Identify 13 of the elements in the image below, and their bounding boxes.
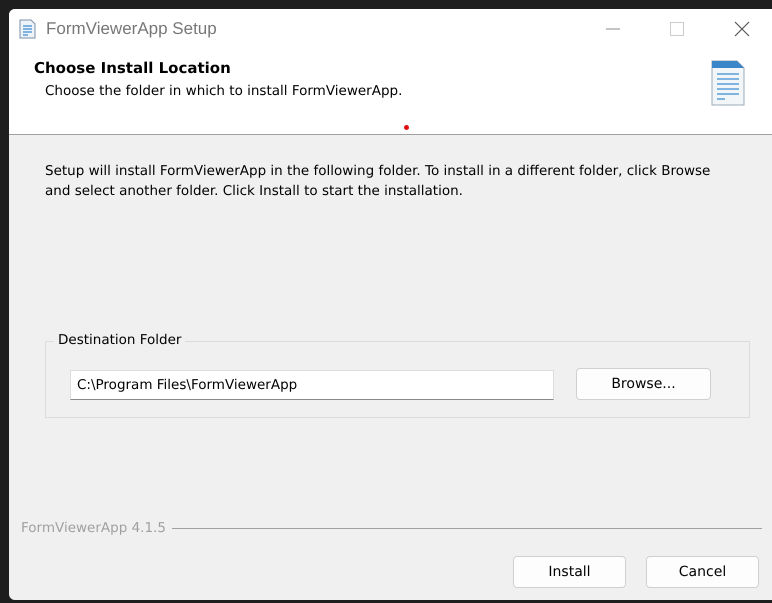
close-icon[interactable] bbox=[734, 21, 750, 37]
app-icon bbox=[18, 19, 36, 39]
version-label: FormViewerApp 4.1.5 bbox=[21, 520, 166, 536]
marker-dot bbox=[404, 125, 409, 130]
cancel-button[interactable]: Cancel bbox=[646, 556, 759, 588]
page-subtitle: Choose the folder in which to install FormViewerApp. bbox=[45, 83, 404, 99]
window-title: FormViewerApp Setup bbox=[46, 19, 217, 39]
browse-button[interactable]: Browse... bbox=[576, 368, 711, 400]
page-heading: Choose Install Location bbox=[34, 59, 232, 77]
instructions-text: Setup will install FormViewerApp in the following folder. To install in a different folder, click Browse and select another folder. Click Install to start the installation. bbox=[45, 162, 712, 201]
folder-path-field[interactable]: C:\Program Files\FormViewerApp bbox=[70, 370, 554, 400]
install-button[interactable]: Install bbox=[513, 556, 626, 588]
document-icon bbox=[710, 59, 746, 107]
